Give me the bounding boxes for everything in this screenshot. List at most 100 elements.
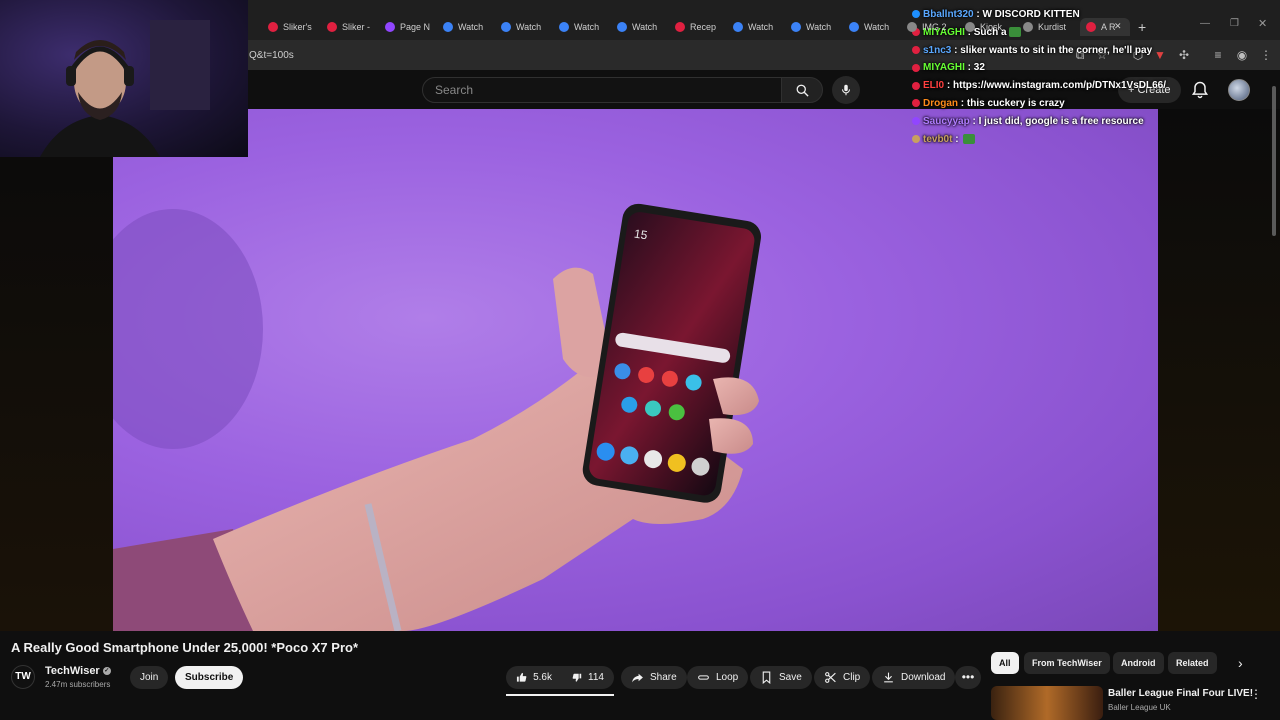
- recommended-more-icon[interactable]: ⋮: [1250, 687, 1262, 701]
- chat-text: sliker wants to sit in the corner, he'll…: [960, 44, 1153, 56]
- chip-android[interactable]: Android: [1113, 652, 1164, 674]
- dislike-button[interactable]: 114: [562, 666, 614, 689]
- profile-icon[interactable]: ◉: [1234, 47, 1250, 63]
- chat-emote-icon: [963, 133, 976, 144]
- media-control-icon[interactable]: ≡: [1210, 47, 1226, 63]
- search-input[interactable]: Search: [422, 77, 782, 103]
- tab-favicon-icon: [733, 22, 743, 32]
- tab-label: Watch: [748, 22, 774, 32]
- chip-from-techwiser[interactable]: From TechWiser: [1024, 652, 1110, 674]
- scissors-icon: [825, 672, 836, 683]
- tab-close-icon[interactable]: ✕: [1114, 21, 1122, 32]
- tab-favicon-icon: [907, 22, 917, 32]
- bookmark-icon: [762, 671, 771, 684]
- like-count: 5.6k: [533, 672, 552, 683]
- tab-favicon-icon: [268, 22, 278, 32]
- browser-tab[interactable]: IMG 2: [907, 18, 959, 36]
- chat-message: s1nc3 : sliker wants to sit in the corne…: [912, 42, 1182, 60]
- browser-tab[interactable]: Kiosk: [965, 18, 1017, 36]
- chat-badge-icon: [912, 45, 920, 54]
- tab-label: IMG 2: [922, 22, 947, 32]
- window-close-button[interactable]: ✕: [1258, 17, 1267, 30]
- browser-tab[interactable]: Page N: [385, 18, 437, 36]
- chat-username: Saucyyap: [923, 115, 970, 127]
- thumbs-up-icon: [516, 672, 527, 682]
- window-maximize-button[interactable]: ❐: [1230, 18, 1239, 29]
- tab-label: Watch: [458, 22, 484, 32]
- browser-tab[interactable]: Watch: [617, 18, 669, 36]
- like-button[interactable]: 5.6k: [506, 666, 562, 689]
- tab-favicon-icon: [559, 22, 569, 32]
- browser-tab[interactable]: Watch: [443, 18, 495, 36]
- video-frame-illustration: 15: [113, 203, 762, 631]
- chat-badge-icon: [912, 81, 920, 90]
- page-scrollbar[interactable]: [1272, 86, 1276, 236]
- account-avatar[interactable]: [1228, 79, 1250, 101]
- chat-username: ELI0: [923, 80, 945, 92]
- tab-favicon-icon: [965, 22, 975, 32]
- channel-avatar[interactable]: TW: [11, 665, 35, 689]
- browser-tab[interactable]: Watch: [559, 18, 611, 36]
- join-label: Join: [140, 672, 159, 683]
- share-arrow-icon: [632, 673, 643, 683]
- save-button[interactable]: Save: [750, 666, 812, 689]
- recommended-video-title[interactable]: Baller League Final Four LIVE!: [1108, 688, 1253, 699]
- browser-tab[interactable]: Watch: [791, 18, 843, 36]
- tab-favicon-icon: [791, 22, 801, 32]
- window-minimize-button[interactable]: —: [1200, 18, 1210, 29]
- tab-favicon-icon: [675, 22, 685, 32]
- browser-tab[interactable]: Kurdist: [1023, 18, 1075, 36]
- chat-username: tevb0t: [923, 133, 953, 145]
- notification-bell-icon[interactable]: [1190, 80, 1210, 100]
- search-icon: [796, 84, 809, 97]
- clip-button[interactable]: Clip: [814, 666, 871, 689]
- browser-menu-icon[interactable]: ⋮: [1258, 47, 1274, 63]
- tab-favicon-icon: [1023, 22, 1033, 32]
- tab-favicon-icon: [1086, 22, 1096, 32]
- like-ratio-bar: [506, 694, 614, 696]
- download-label: Download: [901, 672, 946, 683]
- search-button[interactable]: [781, 77, 823, 103]
- voice-search-button[interactable]: [832, 76, 860, 104]
- dislike-count: 114: [588, 672, 604, 683]
- chip-all[interactable]: All: [991, 652, 1019, 674]
- chat-text: I just did, google is a free resource: [978, 115, 1144, 127]
- verified-check-icon: ✓: [102, 667, 111, 676]
- recommended-video-thumbnail[interactable]: [991, 686, 1103, 720]
- browser-tab[interactable]: Recep: [675, 18, 727, 36]
- browser-tab[interactable]: Watch: [501, 18, 553, 36]
- chat-username: s1nc3: [923, 44, 952, 56]
- clip-label: Clip: [843, 672, 861, 683]
- subscribe-label: Subscribe: [185, 672, 234, 683]
- url-field[interactable]: Q&t=100s: [249, 50, 294, 61]
- chip-related[interactable]: Related: [1168, 652, 1217, 674]
- download-button[interactable]: Download: [872, 666, 956, 689]
- phone-clock-text: 15: [633, 226, 649, 242]
- subscribe-button[interactable]: Subscribe: [175, 666, 244, 689]
- video-player[interactable]: 15: [113, 109, 1158, 631]
- browser-tab[interactable]: Sliker -: [327, 18, 379, 36]
- chat-separator: :: [964, 62, 974, 74]
- tab-label: Watch: [516, 22, 542, 32]
- chat-message: tevb0t :: [912, 131, 1182, 149]
- tab-label: Kurdist: [1038, 22, 1067, 32]
- share-button[interactable]: Share: [621, 666, 687, 689]
- tab-label: Watch: [574, 22, 600, 32]
- chevron-right-icon[interactable]: ›: [1238, 655, 1243, 671]
- browser-tab[interactable]: A R: [1080, 18, 1130, 36]
- browser-tab[interactable]: Watch: [849, 18, 901, 36]
- channel-name-text: TechWiser: [45, 665, 100, 677]
- join-button[interactable]: Join: [130, 666, 169, 689]
- chat-separator: :: [952, 133, 962, 145]
- tab-favicon-icon: [617, 22, 627, 32]
- more-actions-button[interactable]: •••: [955, 666, 981, 689]
- tab-label: Watch: [806, 22, 832, 32]
- chat-separator: :: [951, 44, 961, 56]
- save-label: Save: [779, 672, 802, 683]
- browser-tab[interactable]: Watch: [733, 18, 785, 36]
- chat-separator: :: [969, 115, 979, 127]
- chat-message: Drogan : this cuckery is crazy: [912, 95, 1182, 113]
- loop-button[interactable]: Loop: [687, 666, 749, 689]
- browser-tab[interactable]: Sliker's: [268, 18, 320, 36]
- channel-name[interactable]: TechWiser ✓: [45, 665, 111, 677]
